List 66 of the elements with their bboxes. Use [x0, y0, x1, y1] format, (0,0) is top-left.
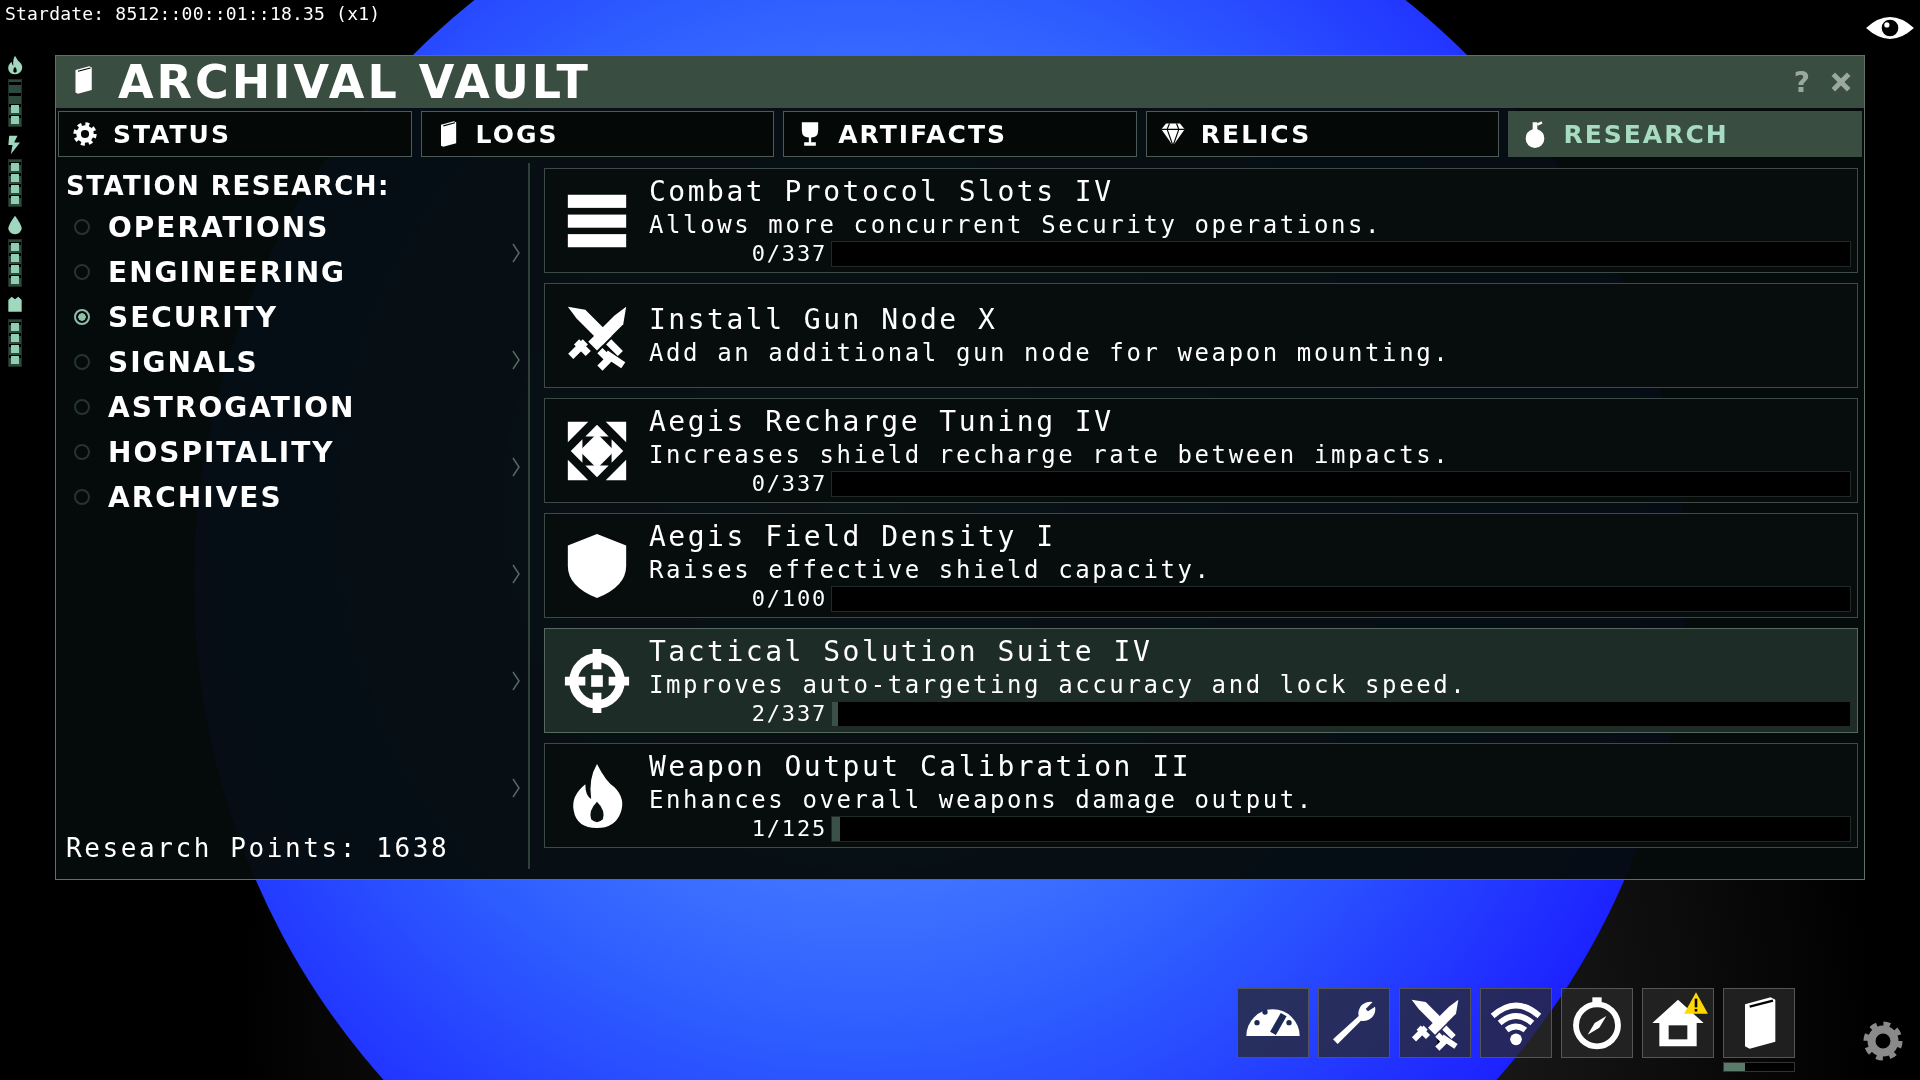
research-title: Weapon Output Calibration II — [649, 749, 1192, 784]
research-card[interactable]: Combat Protocol Slots IV Allows more concurrent Security operations. 0/337 — [544, 168, 1858, 273]
radio-button[interactable] — [74, 489, 90, 505]
research-card[interactable]: Tactical Solution Suite IV Improves auto-targeting accuracy and lock speed. 2/337 — [544, 628, 1858, 733]
speedometer-icon — [1245, 1008, 1301, 1038]
progress-count: 0/100 — [750, 586, 827, 611]
radio-button[interactable] — [74, 399, 90, 415]
radio-button[interactable] — [74, 264, 90, 280]
droplet-icon — [5, 215, 25, 235]
radio-button[interactable] — [74, 354, 90, 370]
category-label[interactable]: SECURITY — [108, 300, 278, 334]
research-title: Combat Protocol Slots IV — [649, 174, 1115, 209]
research-card[interactable]: Install Gun Node X Add an additional gun node for weapon mounting. — [544, 283, 1858, 388]
tab[interactable]: LOGS — [420, 111, 775, 157]
toolbar-button[interactable] — [1723, 988, 1795, 1058]
research-description: Allows more concurrent Security operations. — [649, 209, 1384, 241]
toolbar-button[interactable] — [1399, 988, 1471, 1058]
toolbar-button[interactable] — [1237, 988, 1309, 1058]
chevron-icon — [512, 243, 520, 263]
research-card[interactable]: Aegis Recharge Tuning IV Increases shield recharge rate between impacts. 0/337 — [544, 398, 1858, 503]
category-label[interactable]: ENGINEERING — [108, 255, 347, 289]
research-title: Install Gun Node X — [649, 302, 999, 337]
category-label[interactable]: SIGNALS — [108, 345, 259, 379]
category-label[interactable]: ARCHIVES — [108, 480, 283, 514]
flame-icon — [5, 55, 25, 75]
category-label[interactable]: HOSPITALITY — [108, 435, 335, 469]
research-description: Raises effective shield capacity. — [649, 554, 1213, 586]
toolbar-button[interactable] — [1561, 988, 1633, 1058]
research-title: Aegis Recharge Tuning IV — [649, 404, 1115, 439]
chevron-icon — [512, 457, 520, 477]
toolbar-button[interactable] — [1318, 988, 1390, 1058]
category-label[interactable]: OPERATIONS — [108, 210, 330, 244]
help-button[interactable]: ? — [1793, 65, 1810, 99]
research-title: Tactical Solution Suite IV — [649, 634, 1154, 669]
progress-count: 1/125 — [750, 816, 827, 841]
chevron-icon — [512, 564, 520, 584]
tab[interactable]: ARTIFACTS — [783, 111, 1137, 157]
research-points-text: Research Points: 1638 — [66, 833, 451, 863]
research-card[interactable]: Weapon Output Calibration II Enhances overall weapons damage output. 1/125 — [544, 743, 1858, 848]
close-icon[interactable] — [1830, 71, 1852, 93]
progress-count: 0/337 — [750, 471, 827, 496]
gear-icon — [71, 120, 99, 148]
window-title: ARCHIVAL VAULT — [118, 55, 592, 109]
stardate-text: Stardate: 8512::00::01::18.35 (x1) — [5, 3, 381, 24]
progress-count: 2/337 — [750, 701, 827, 726]
research-title: Aegis Field Density I — [649, 519, 1057, 554]
tab[interactable]: RELICS — [1145, 111, 1500, 157]
radio-button[interactable] — [74, 444, 90, 460]
tab[interactable]: RESEARCH — [1508, 111, 1862, 157]
chevron-icon — [512, 778, 520, 798]
toolbar-button[interactable] — [1642, 988, 1714, 1058]
research-description: Improves auto-targeting accuracy and lock speed. — [649, 669, 1469, 701]
radio-button[interactable] — [74, 219, 90, 235]
toolbar-button[interactable] — [1480, 988, 1552, 1058]
research-description: Enhances overall weapons damage output. — [649, 784, 1315, 816]
sidebar-heading: STATION RESEARCH: — [66, 171, 392, 201]
category-label[interactable]: ASTROGATION — [108, 390, 356, 424]
research-description: Increases shield recharge rate between impacts. — [649, 439, 1452, 471]
diamond-icon — [1158, 120, 1187, 148]
chevron-icon — [512, 671, 520, 691]
tab[interactable]: STATUS — [58, 111, 412, 157]
research-card[interactable]: Aegis Field Density I Raises effective shield capacity. 0/100 — [544, 513, 1858, 618]
research-description: Add an additional gun node for weapon mounting. — [649, 337, 1452, 369]
chevron-icon — [512, 350, 520, 370]
progress-count: 0/337 — [750, 241, 827, 266]
radio-button[interactable] — [74, 309, 90, 325]
